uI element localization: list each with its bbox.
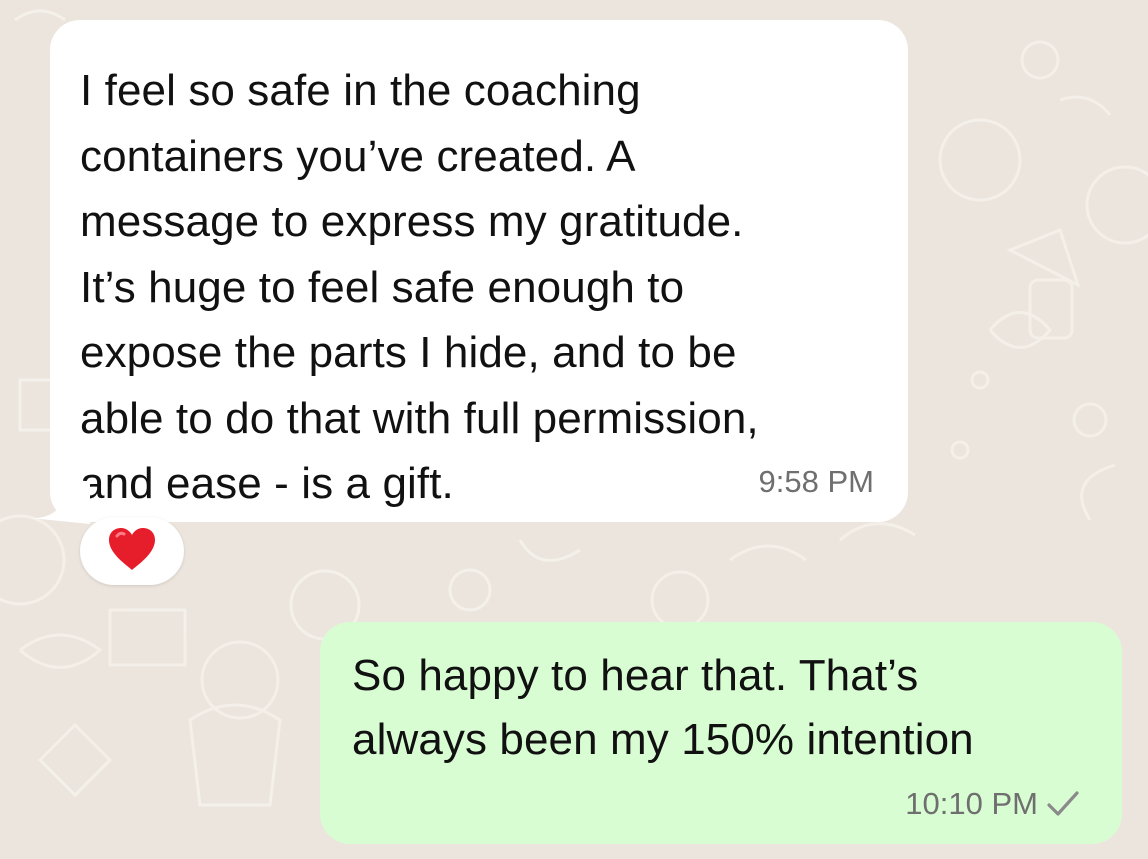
incoming-message-text: I feel so safe in the coaching container… <box>80 66 759 508</box>
outgoing-message-time: 10:10 PM <box>905 786 1038 821</box>
single-check-icon <box>1046 790 1080 818</box>
heart-emoji-icon <box>106 526 158 577</box>
reaction-badge[interactable] <box>80 517 184 585</box>
incoming-message-time: 9:58 PM <box>758 464 874 499</box>
outgoing-message-meta: 10:10 PM <box>905 786 1080 822</box>
outgoing-message-text: So happy to hear that. That’s always bee… <box>352 651 974 764</box>
incoming-bubble-tail <box>30 478 90 524</box>
outgoing-message-bubble[interactable]: So happy to hear that. That’s always bee… <box>320 622 1122 844</box>
incoming-message-bubble[interactable]: I feel so safe in the coaching container… <box>50 20 908 522</box>
